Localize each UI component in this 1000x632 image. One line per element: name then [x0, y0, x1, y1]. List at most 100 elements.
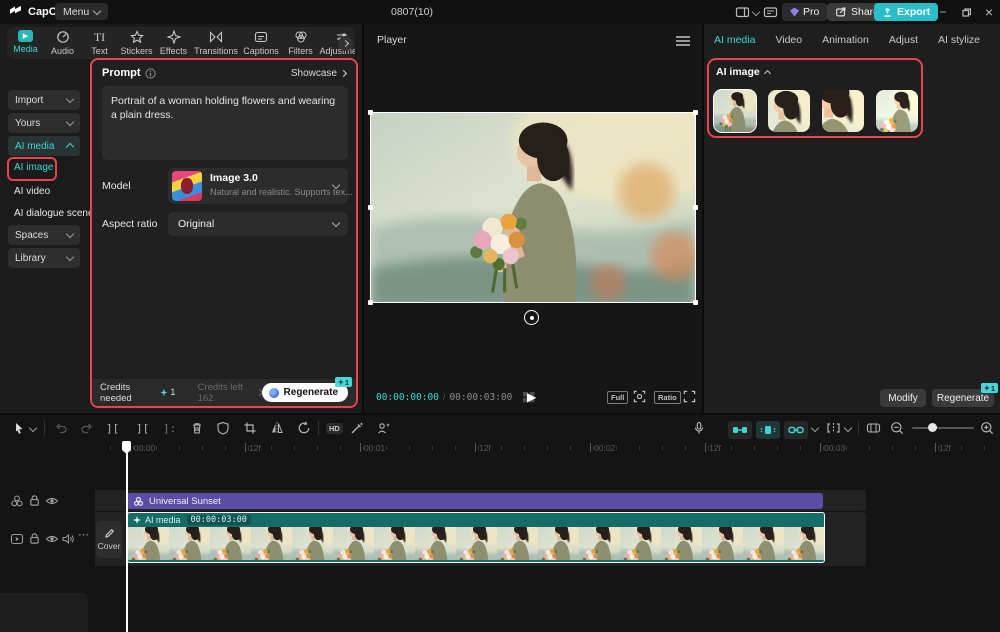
tab-ai-media[interactable]: AI media	[714, 34, 755, 46]
generated-image-thumb-1[interactable]	[714, 90, 756, 132]
record-voiceover-icon[interactable]	[692, 421, 706, 435]
lock-icon[interactable]	[28, 494, 41, 507]
ai-portrait-icon[interactable]	[376, 421, 391, 435]
regenerate-button[interactable]: Regenerate 1	[262, 383, 348, 402]
hd-icon[interactable]: HD	[326, 423, 343, 434]
cover-button[interactable]: Cover	[96, 521, 122, 558]
delete-left-icon[interactable]: ][	[136, 422, 149, 435]
media-clip[interactable]: AI media 00:00:03:00	[127, 512, 825, 563]
zoom-out-icon[interactable]	[890, 421, 904, 435]
layout-icon[interactable]	[735, 5, 750, 20]
resize-handle[interactable]	[368, 205, 373, 210]
sidebar-item-spaces[interactable]: Spaces	[8, 225, 80, 245]
resize-handle[interactable]	[693, 300, 698, 305]
eye-icon[interactable]	[45, 532, 59, 546]
delete-icon[interactable]	[190, 421, 204, 435]
credits-left-link[interactable]: Credits left 162	[198, 382, 253, 404]
prompt-input[interactable]: Portrait of a woman holding flowers and …	[102, 86, 348, 160]
tab-video[interactable]: Video	[775, 34, 802, 46]
sidebar-item-import[interactable]: Import	[8, 90, 80, 110]
notes-icon[interactable]	[763, 5, 778, 20]
menu-button[interactable]: Menu	[55, 3, 108, 20]
generated-image-thumb-3[interactable]	[822, 90, 864, 132]
zoom-in-icon[interactable]	[980, 421, 994, 435]
timeline-ruler[interactable]: 00:0012f00:0112f00:0212f00:0312f	[95, 441, 1000, 457]
full-toggle[interactable]: Full	[607, 391, 628, 404]
player-menu-icon[interactable]	[676, 36, 690, 38]
resize-handle[interactable]	[368, 110, 373, 115]
tab-audio[interactable]: Audio	[44, 27, 81, 56]
replace-icon[interactable]	[297, 421, 311, 435]
tabs-scroll-right-button[interactable]	[338, 36, 353, 51]
mask-icon[interactable]	[216, 421, 230, 435]
sidebar-item-ai-video[interactable]: AI video	[14, 186, 50, 197]
resize-handle[interactable]	[368, 300, 373, 305]
tab-media[interactable]: ▶ Media	[7, 27, 44, 54]
sidebar-item-ai-media[interactable]: AI media	[8, 136, 80, 156]
crop-icon[interactable]	[243, 421, 257, 435]
resize-handle[interactable]	[693, 110, 698, 115]
select-tool-chevron-icon[interactable]	[29, 424, 37, 432]
select-tool-icon[interactable]	[12, 421, 26, 435]
tab-stickers[interactable]: Stickers	[118, 27, 155, 56]
delete-right-icon[interactable]: ]:	[163, 422, 176, 435]
generated-image-thumb-2[interactable]	[768, 90, 810, 132]
sidebar-item-ai-image[interactable]: AI image	[14, 162, 53, 173]
modify-button[interactable]: Modify	[880, 389, 926, 407]
tab-text[interactable]: TI Text	[81, 27, 118, 56]
mute-icon[interactable]	[61, 532, 75, 546]
info-icon[interactable]	[145, 68, 156, 79]
play-button[interactable]: ▶	[527, 390, 536, 404]
link-clips-toggle[interactable]	[784, 421, 808, 439]
minimize-button[interactable]: −	[932, 0, 954, 24]
ratio-toggle[interactable]: Ratio	[654, 391, 681, 404]
sidebar-item-library[interactable]: Library	[8, 248, 80, 268]
sidebar-item-yours[interactable]: Yours	[8, 113, 80, 133]
player-panel: Player 00:00:00:00 / 00:00:03:00 ▶ Full …	[364, 24, 702, 413]
toggle-chevron-icon[interactable]	[811, 424, 819, 432]
lock-icon[interactable]	[28, 532, 41, 545]
zoom-slider[interactable]	[912, 427, 974, 429]
magic-wand-icon[interactable]	[350, 421, 364, 435]
playhead-line[interactable]	[126, 441, 128, 632]
auto-snap-toggle[interactable]	[756, 421, 780, 439]
mirror-icon[interactable]	[270, 421, 284, 435]
layout-chevron-icon[interactable]	[752, 8, 760, 16]
timeline-view-icon[interactable]	[866, 421, 881, 435]
fullscreen-icon[interactable]	[683, 390, 696, 403]
tab-adjust[interactable]: Adjust	[889, 34, 918, 46]
effect-clip-label: Universal Sunset	[149, 496, 221, 507]
sidebar-item-ai-dialogue-scene[interactable]: AI dialogue scene	[14, 208, 94, 219]
model-select[interactable]: Image 3.0 Natural and realistic. Support…	[168, 168, 348, 204]
tab-transitions[interactable]: Transitions	[192, 27, 240, 56]
main-track-magnet-toggle[interactable]	[728, 421, 752, 439]
pro-button[interactable]: Pro	[782, 3, 827, 21]
aspect-ratio-select[interactable]: Original	[168, 212, 348, 236]
tab-effects[interactable]: Effects	[155, 27, 192, 56]
undo-icon[interactable]	[54, 421, 68, 435]
rotate-handle-icon[interactable]	[524, 310, 539, 325]
regenerate-button-right[interactable]: Regenerate 1	[932, 389, 994, 407]
focus-icon[interactable]	[633, 390, 646, 403]
generated-image-thumb-4[interactable]	[876, 90, 918, 132]
split-view-icon[interactable]	[826, 421, 841, 435]
preview-canvas[interactable]	[371, 113, 695, 302]
tab-ai-stylize[interactable]: AI stylize	[938, 34, 980, 46]
ai-image-section-header[interactable]: AI image	[716, 66, 770, 78]
maximize-button[interactable]	[955, 0, 977, 24]
export-button[interactable]: Export	[874, 3, 938, 21]
eye-icon[interactable]	[45, 494, 59, 508]
tab-animation[interactable]: Animation	[822, 34, 869, 46]
close-button[interactable]: ×	[978, 0, 1000, 24]
showcase-link[interactable]: Showcase	[291, 68, 346, 79]
split-icon[interactable]: ][	[106, 422, 119, 435]
clip-filmstrip	[128, 527, 824, 560]
tab-filters[interactable]: Filters	[282, 27, 319, 56]
zoom-slider-handle[interactable]	[928, 423, 937, 432]
split-view-chevron-icon[interactable]	[844, 424, 852, 432]
resize-handle[interactable]	[693, 205, 698, 210]
redo-icon[interactable]	[80, 421, 94, 435]
more-options-icon[interactable]: ⋯	[78, 528, 89, 541]
effect-clip[interactable]: Universal Sunset	[127, 493, 823, 509]
tab-captions[interactable]: Captions	[240, 27, 282, 56]
